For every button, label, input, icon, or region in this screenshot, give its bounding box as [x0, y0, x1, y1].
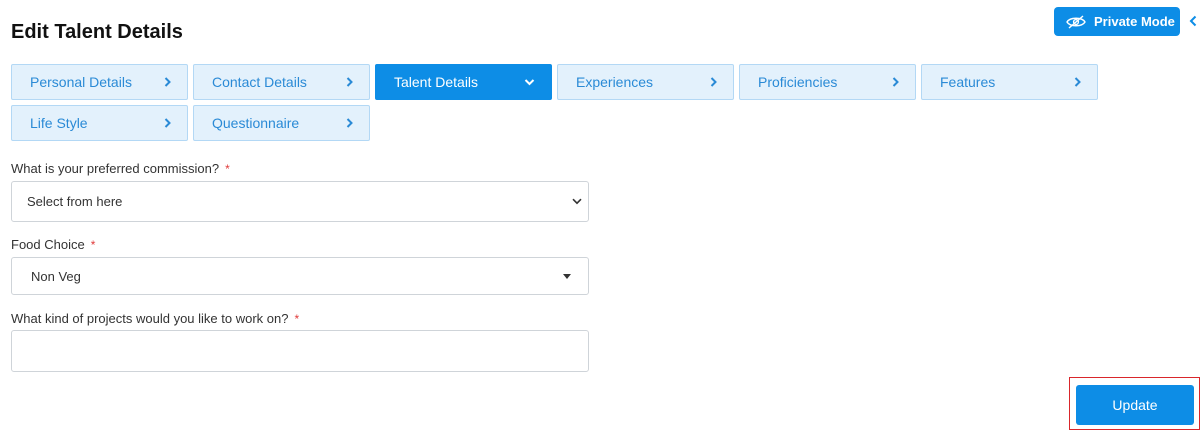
commission-label: What is your preferred commission? *	[11, 161, 230, 176]
food-choice-select-value: Non Veg	[31, 268, 81, 284]
tab-label: Questionnaire	[212, 115, 300, 131]
chevron-right-icon	[346, 118, 353, 129]
tab-contact-details[interactable]: Contact Details	[193, 64, 370, 100]
required-marker: *	[294, 312, 300, 326]
private-mode-label: Private Mode	[1094, 14, 1175, 29]
projects-label-text: What kind of projects would you like to …	[11, 311, 289, 326]
chevron-right-icon	[346, 77, 353, 88]
commission-select[interactable]: Select from here	[11, 181, 589, 222]
chevron-right-icon	[164, 77, 171, 88]
tab-label: Features	[940, 74, 996, 90]
tab-life-style[interactable]: Life Style	[11, 105, 188, 141]
projects-input[interactable]	[11, 330, 589, 372]
tab-label: Experiences	[576, 74, 654, 90]
update-button[interactable]: Update	[1076, 385, 1194, 425]
eye-slash-icon	[1066, 14, 1086, 29]
commission-select-value: Select from here	[27, 194, 123, 209]
tab-label: Personal Details	[30, 74, 132, 90]
required-marker: *	[90, 238, 96, 252]
tab-label: Proficiencies	[758, 74, 838, 90]
chevron-down-icon	[572, 198, 582, 205]
chevron-right-icon	[1074, 77, 1081, 88]
tab-experiences[interactable]: Experiences	[557, 64, 734, 100]
tab-label: Life Style	[30, 115, 88, 131]
tab-label: Talent Details	[394, 74, 479, 90]
tab-features[interactable]: Features	[921, 64, 1098, 100]
food-choice-select[interactable]: Non Veg	[11, 257, 589, 295]
caret-down-icon	[563, 273, 571, 279]
page-title: Edit Talent Details	[11, 21, 183, 43]
projects-label: What kind of projects would you like to …	[11, 311, 299, 326]
chevron-right-icon	[164, 118, 171, 129]
commission-label-text: What is your preferred commission?	[11, 161, 220, 176]
tab-talent-details[interactable]: Talent Details	[375, 64, 552, 100]
tab-personal-details[interactable]: Personal Details	[11, 64, 188, 100]
tab-label: Contact Details	[212, 74, 307, 90]
required-marker: *	[225, 162, 230, 176]
chevron-down-icon	[524, 79, 535, 86]
tab-proficiencies[interactable]: Proficiencies	[739, 64, 916, 100]
tab-questionnaire[interactable]: Questionnaire	[193, 105, 370, 141]
chevron-left-icon[interactable]	[1187, 13, 1199, 29]
food-choice-label: Food Choice *	[11, 237, 95, 252]
chevron-right-icon	[892, 77, 899, 88]
chevron-right-icon	[710, 77, 717, 88]
private-mode-button[interactable]: Private Mode	[1054, 7, 1180, 36]
food-choice-label-text: Food Choice	[11, 237, 85, 252]
